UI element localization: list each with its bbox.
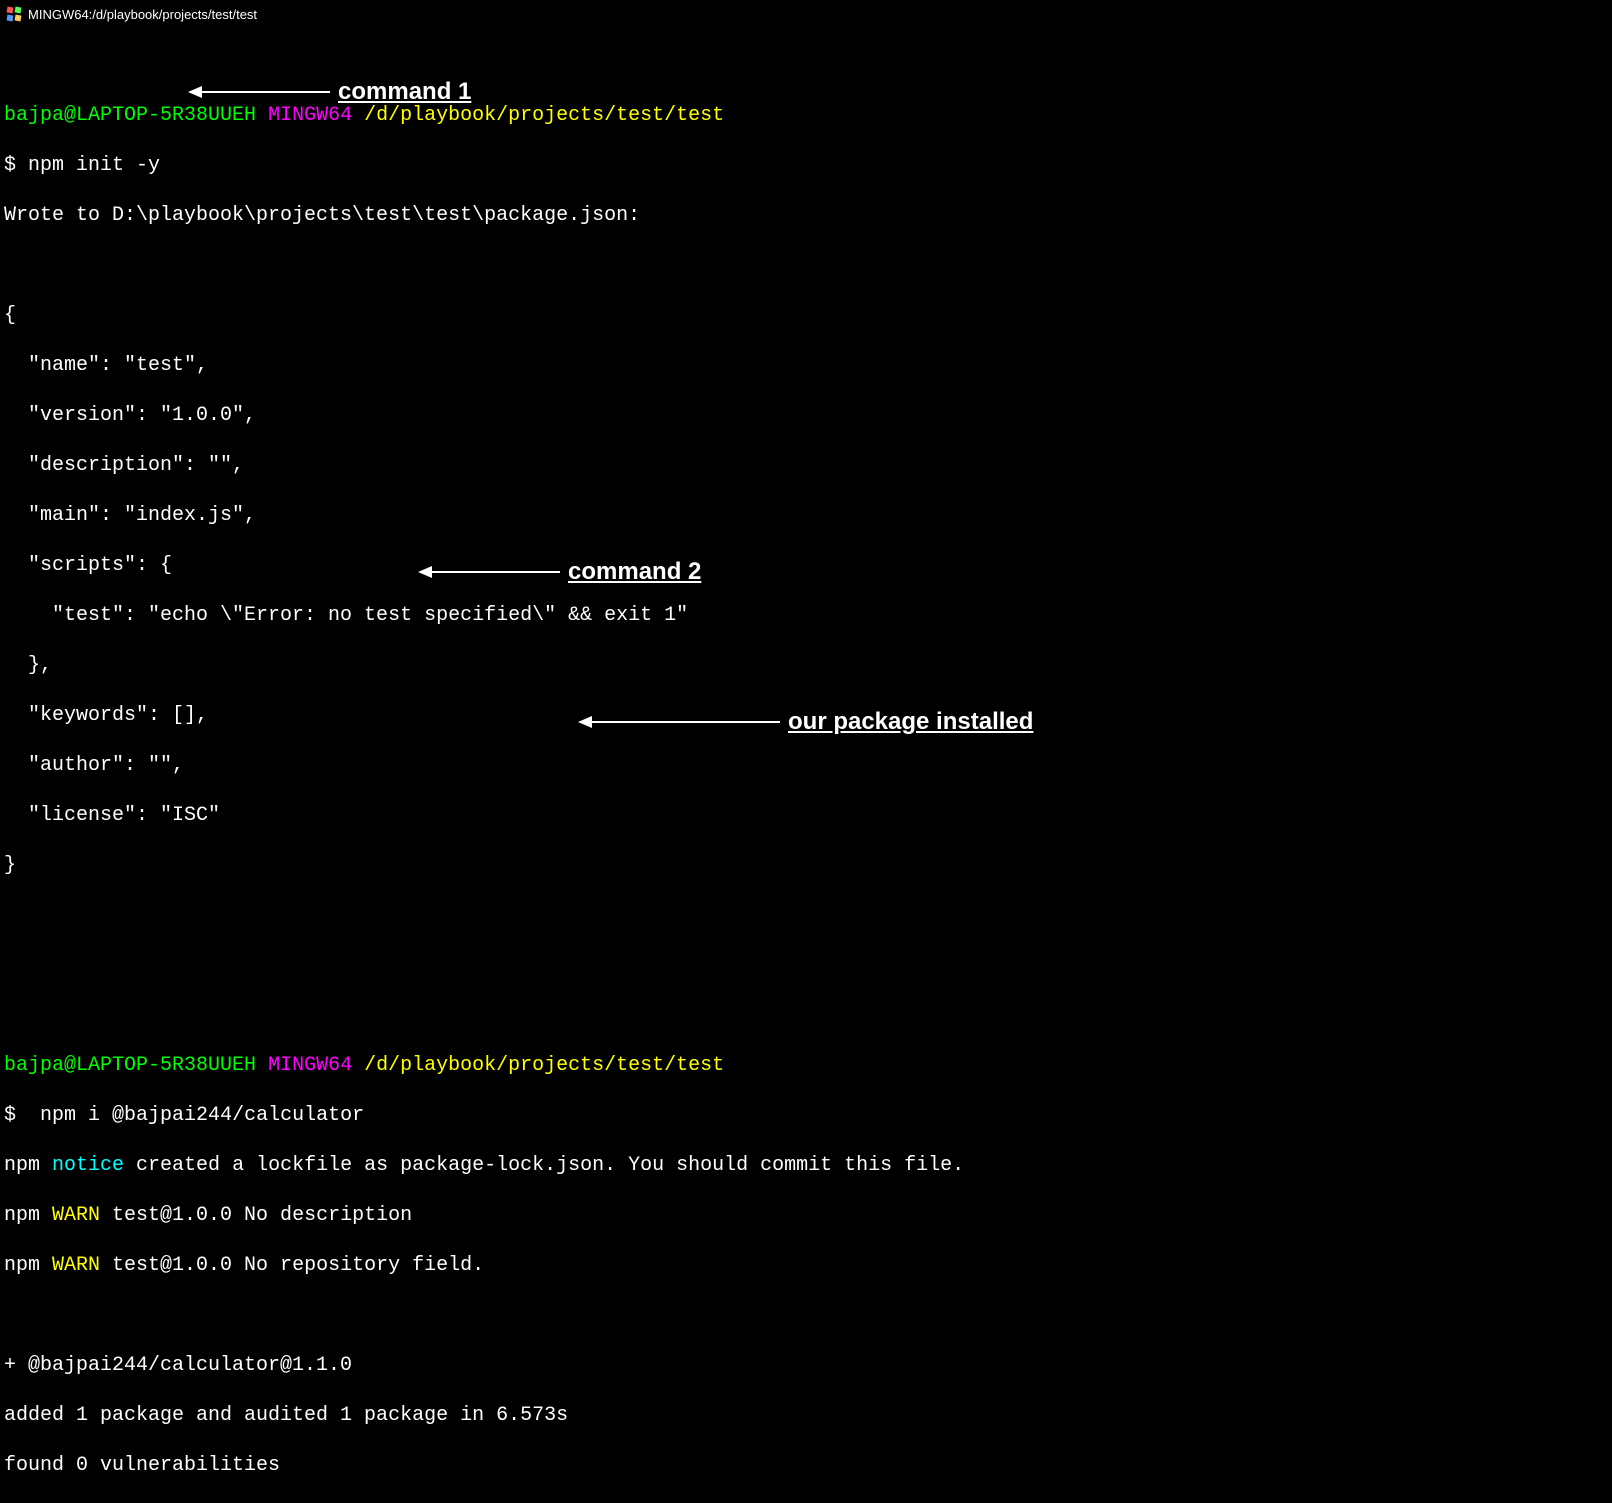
json-line: }, (4, 653, 1608, 678)
prompt-path: /d/playbook/projects/test/test (364, 1054, 724, 1077)
annotation-package-installed: our package installed (580, 708, 1033, 736)
window-titlebar: MINGW64:/d/playbook/projects/test/test (0, 0, 1612, 28)
terminal-output[interactable]: bajpa@LAPTOP-5R38UUEH MINGW64 /d/playboo… (0, 28, 1612, 1503)
npm-notice-line: npm notice created a lockfile as package… (4, 1153, 1608, 1178)
command-line-1: $ npm init -y (4, 153, 1608, 178)
command-text: npm init -y (28, 154, 160, 177)
vuln-line: found 0 vulnerabilities (4, 1453, 1608, 1478)
json-line: "scripts": { (4, 553, 1608, 578)
json-line: "main": "index.js", (4, 503, 1608, 528)
json-line: "license": "ISC" (4, 803, 1608, 828)
added-line: added 1 package and audited 1 package in… (4, 1403, 1608, 1428)
json-line: "description": "", (4, 453, 1608, 478)
json-line: "name": "test", (4, 353, 1608, 378)
prompt-user: bajpa@LAPTOP-5R38UUEH (4, 1054, 256, 1077)
annotation-label: command 1 (338, 78, 471, 106)
command-line-2: $ npm i @bajpai244/calculator (4, 1103, 1608, 1128)
json-line: "author": "", (4, 753, 1608, 778)
json-line: { (4, 303, 1608, 328)
prompt-shell: MINGW64 (268, 1054, 352, 1077)
prompt-symbol: $ (4, 1104, 16, 1127)
pkg-installed-line: + @bajpai244/calculator@1.1.0 (4, 1353, 1608, 1378)
prompt-symbol: $ (4, 154, 16, 177)
mingw-icon (6, 6, 22, 22)
json-line: "version": "1.0.0", (4, 403, 1608, 428)
prompt-line-1: bajpa@LAPTOP-5R38UUEH MINGW64 /d/playboo… (4, 103, 1608, 128)
output-line: Wrote to D:\playbook\projects\test\test\… (4, 203, 1608, 228)
annotation-label: our package installed (788, 708, 1033, 736)
npm-warn-line: npm WARN test@1.0.0 No description (4, 1203, 1608, 1228)
prompt-user: bajpa@LAPTOP-5R38UUEH (4, 104, 256, 127)
arrow-left-icon (190, 91, 330, 93)
annotation-command-1: command 1 (190, 78, 471, 106)
arrow-left-icon (420, 571, 560, 573)
command-text: npm i @bajpai244/calculator (28, 1104, 364, 1127)
json-line: } (4, 853, 1608, 878)
prompt-shell: MINGW64 (268, 104, 352, 127)
annotation-command-2: command 2 (420, 558, 701, 586)
prompt-path: /d/playbook/projects/test/test (364, 104, 724, 127)
npm-warn-line: npm WARN test@1.0.0 No repository field. (4, 1253, 1608, 1278)
window-title: MINGW64:/d/playbook/projects/test/test (28, 7, 257, 22)
arrow-left-icon (580, 721, 780, 723)
json-line: "test": "echo \"Error: no test specified… (4, 603, 1608, 628)
prompt-line-2: bajpa@LAPTOP-5R38UUEH MINGW64 /d/playboo… (4, 1053, 1608, 1078)
annotation-label: command 2 (568, 558, 701, 586)
